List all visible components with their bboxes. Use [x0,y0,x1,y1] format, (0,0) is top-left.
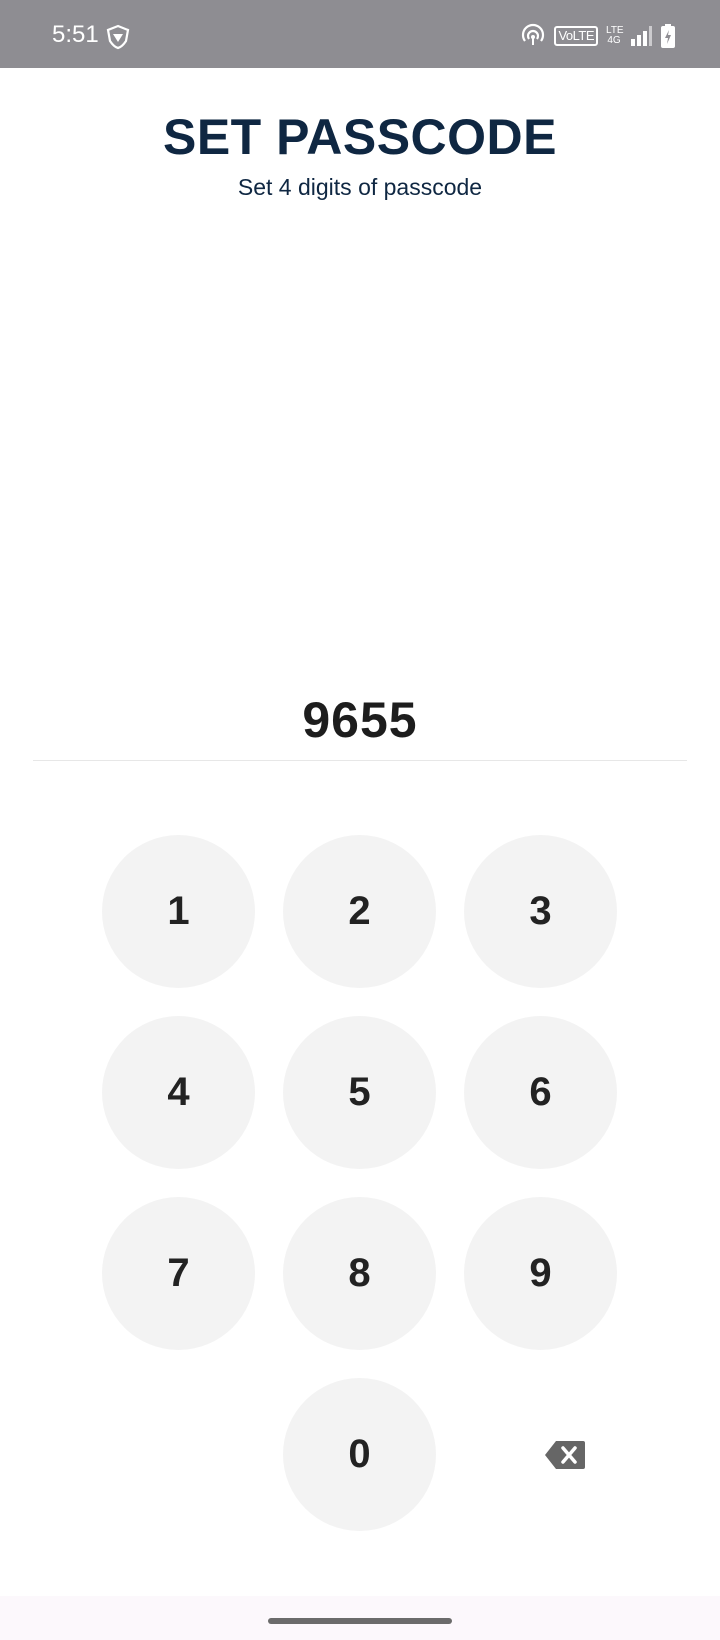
lte-icon: LTE 4G [606,26,624,46]
keypad-key-6[interactable]: 6 [464,1016,617,1169]
page-subtitle: Set 4 digits of passcode [237,174,483,200]
battery-charging-icon [661,24,675,48]
passcode-screen: 5:51 VoLTE LTE 4G SET PASSCODE Set 4 dig… [0,0,720,1640]
page-title: SET PASSCODE [162,109,558,165]
status-icons: VoLTE LTE 4G [520,20,676,52]
keypad-key-1[interactable]: 1 [102,835,255,988]
keypad-key-2[interactable]: 2 [283,835,436,988]
backspace-button[interactable] [530,1420,600,1490]
keypad-key-4[interactable]: 4 [102,1016,255,1169]
keypad-key-5[interactable]: 5 [283,1016,436,1169]
backspace-icon [545,1441,585,1469]
keypad-key-9[interactable]: 9 [464,1197,617,1350]
keypad-key-0[interactable]: 0 [283,1378,436,1531]
status-time: 5:51 [52,21,99,48]
signal-icon [631,26,652,46]
hotspot-icon [522,23,545,45]
lte-sub-label: 4G [607,35,621,46]
status-bar: 5:51 VoLTE LTE 4G [0,0,720,68]
keypad-key-8[interactable]: 8 [283,1197,436,1350]
passcode-divider [33,760,687,761]
passcode-display: 9655 [302,692,418,748]
vpn-shield-icon [106,24,130,50]
volte-icon: VoLTE [554,26,598,46]
keypad-key-7[interactable]: 7 [102,1197,255,1350]
keypad-key-3[interactable]: 3 [464,835,617,988]
home-indicator[interactable] [268,1618,452,1624]
